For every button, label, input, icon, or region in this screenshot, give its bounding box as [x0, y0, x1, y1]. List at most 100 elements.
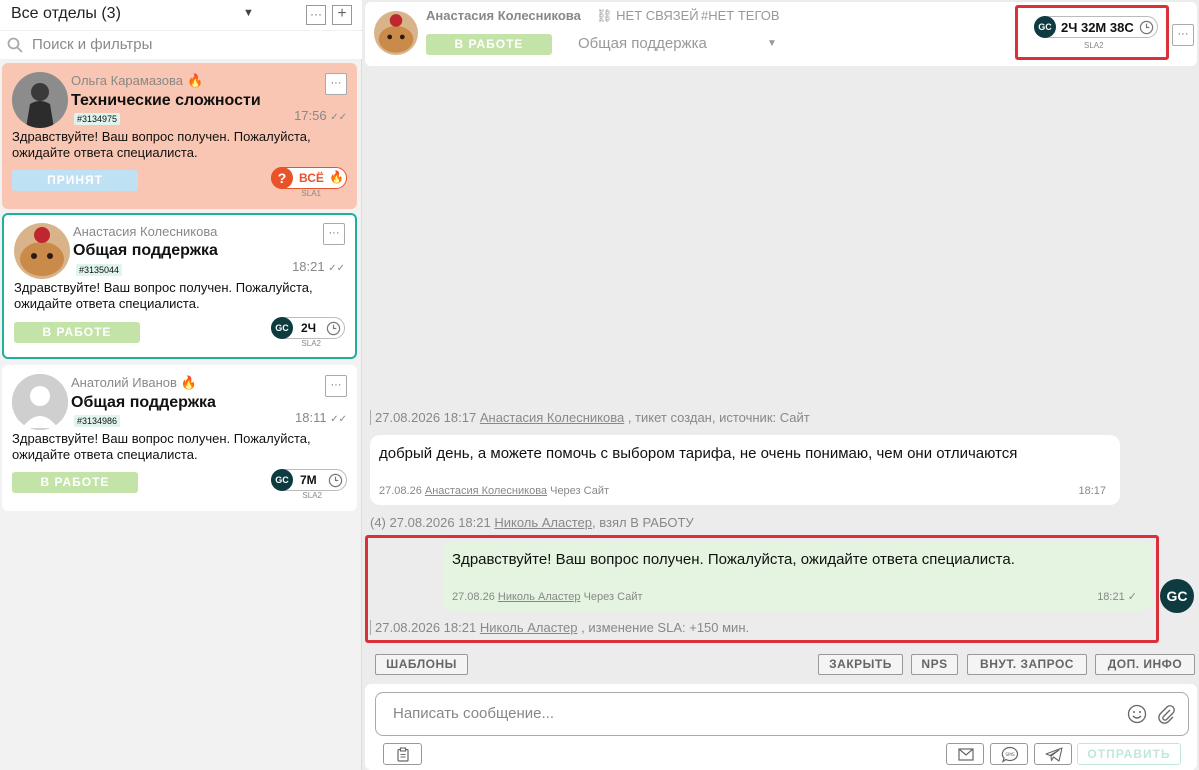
fire-icon: 🔥 [180, 375, 198, 390]
customer-name: Ольга Карамазова 🔥 [71, 73, 204, 88]
double-check-icon: ✓✓ [330, 112, 347, 123]
clock-icon [328, 473, 343, 488]
notes-button[interactable] [383, 743, 422, 765]
message-text: добрый день, а можете помочь с выбором т… [379, 445, 1018, 462]
card-menu-button[interactable]: ··· [323, 223, 345, 245]
department-selector[interactable]: Все отделы (3) ▼ ··· + [0, 0, 362, 30]
department-select[interactable]: Общая поддержка [578, 35, 707, 52]
message-placeholder: Написать сообщение... [393, 705, 555, 722]
ticket-preview: Здравствуйте! Ваш вопрос получен. Пожалу… [14, 280, 313, 311]
sms-icon: SMS [1001, 746, 1019, 763]
ticket-header: Анастасия Колесникова ⛓ НЕТ СВЯЗЕЙ #НЕТ … [365, 2, 1197, 66]
avatar [12, 72, 68, 128]
tags-label[interactable]: #НЕТ ТЕГОВ [701, 8, 780, 23]
ticket-list-panel: Все отделы (3) ▼ ··· + Поиск и фильтры О… [0, 0, 362, 770]
email-channel-button[interactable] [946, 743, 984, 765]
message-time: 18:21 ✓ [1097, 591, 1137, 603]
agent-avatar: GC [1160, 579, 1194, 613]
message-input[interactable]: Написать сообщение... [375, 692, 1189, 736]
search-input[interactable]: Поиск и фильтры [32, 36, 152, 53]
telegram-channel-button[interactable] [1034, 743, 1072, 765]
gc-logo-icon: GC [271, 317, 293, 339]
sla-badge: GC 2Ч [271, 317, 345, 339]
sla-label: SLA1 [301, 189, 321, 198]
author-link[interactable]: Анастасия Колесникова [425, 485, 547, 497]
message-text: Здравствуйте! Ваш вопрос получен. Пожалу… [452, 551, 1015, 568]
incoming-message: добрый день, а можете помочь с выбором т… [370, 435, 1120, 505]
sla-label: SLA2 [301, 339, 321, 348]
fire-icon: 🔥 [329, 170, 344, 184]
ticket-id: #3134986 [74, 415, 121, 427]
system-event: 27.08.2026 18:17 Анастасия Колесникова ,… [370, 410, 810, 425]
status-button[interactable]: В РАБОТЕ [426, 34, 552, 55]
system-event: (4) 27.08.2026 18:21 Николь Аластер, взя… [370, 515, 694, 530]
add-button[interactable]: + [332, 5, 352, 25]
clipboard-icon [397, 747, 409, 762]
customer-name: Анастасия Колесникова [73, 224, 218, 239]
gc-logo-icon: GC [271, 469, 293, 491]
ticket-preview: Здравствуйте! Ваш вопрос получен. Пожалу… [12, 129, 311, 160]
card-menu-button[interactable]: ··· [325, 73, 347, 95]
composer: Написать сообщение... SMS ОТПРАВИТЬ [365, 684, 1197, 770]
header-menu-button[interactable]: ··· [1172, 24, 1194, 46]
mail-icon [958, 748, 974, 761]
system-event: 27.08.2026 18:21 Николь Аластер , измене… [370, 620, 749, 635]
message-meta: 27.08.26 Анастасия Колесникова Через Сай… [379, 485, 610, 497]
ticket-preview: Здравствуйте! Ваш вопрос получен. Пожалу… [12, 431, 311, 462]
send-button[interactable]: ОТПРАВИТЬ [1077, 743, 1181, 765]
telegram-icon [1045, 747, 1063, 762]
customer-name[interactable]: Анастасия Колесникова [426, 8, 581, 23]
sla-value: 2Ч 32М 38С [1061, 20, 1134, 35]
user-link[interactable]: Анастасия Колесникова [480, 410, 624, 425]
ticket-card[interactable]: Анастасия Колесникова Общая поддержка #3… [2, 213, 357, 359]
nps-button[interactable]: NPS [911, 654, 958, 675]
more-options-button[interactable]: ··· [306, 5, 326, 25]
ticket-time: 18:21 ✓✓ [292, 259, 345, 274]
sla-value: ВСЁ [299, 171, 324, 185]
ticket-card[interactable]: Ольга Карамазова 🔥 Технические сложности … [2, 63, 357, 209]
internal-request-button[interactable]: ВНУТ. ЗАПРОС [967, 654, 1087, 675]
clock-icon [326, 321, 341, 336]
chevron-down-icon[interactable]: ▼ [243, 7, 254, 19]
ticket-id: #3135044 [76, 264, 123, 276]
attach-icon[interactable] [1155, 703, 1177, 725]
sla-highlight: GC 2Ч 32М 38С SLA2 [1015, 5, 1169, 60]
ticket-time: 17:56 ✓✓ [294, 108, 347, 123]
ticket-subject: Общая поддержка [71, 394, 216, 411]
ticket-card[interactable]: Анатолий Иванов 🔥 Общая поддержка #313498… [2, 365, 357, 511]
double-check-icon: ✓✓ [330, 414, 347, 425]
author-link[interactable]: Николь Аластер [498, 591, 581, 603]
sla-label: SLA2 [1084, 41, 1104, 50]
links-tag[interactable]: ⛓ НЕТ СВЯЗЕЙ [596, 8, 699, 24]
customer-name: Анатолий Иванов 🔥 [71, 375, 198, 390]
ticket-subject: Общая поддержка [73, 242, 218, 259]
question-icon: ? [271, 167, 293, 189]
sms-channel-button[interactable]: SMS [990, 743, 1028, 765]
fire-icon: 🔥 [186, 73, 204, 88]
sla-value: 7М [300, 473, 317, 487]
status-button[interactable]: В РАБОТЕ [14, 322, 140, 343]
outgoing-message: Здравствуйте! Ваш вопрос получен. Пожалу… [443, 541, 1151, 611]
sla-label: SLA2 [302, 491, 322, 500]
department-title: Все отделы (3) [11, 5, 121, 22]
user-link[interactable]: Николь Аластер [494, 515, 592, 530]
sla-badge: GC 2Ч 32М 38С [1034, 16, 1158, 38]
avatar [374, 11, 418, 55]
sla-value: 2Ч [301, 321, 317, 335]
message-meta: 27.08.26 Николь Аластер Через Сайт [452, 591, 643, 603]
chevron-down-icon[interactable]: ▼ [767, 38, 777, 49]
search-bar[interactable]: Поиск и фильтры [0, 31, 362, 59]
status-button[interactable]: В РАБОТЕ [12, 472, 138, 493]
emoji-icon[interactable] [1126, 703, 1148, 725]
sla-badge: GC 7М [271, 469, 347, 491]
user-link[interactable]: Николь Аластер [480, 620, 578, 635]
card-menu-button[interactable]: ··· [325, 375, 347, 397]
svg-text:SMS: SMS [1005, 752, 1015, 758]
extra-info-button[interactable]: ДОП. ИНФО [1095, 654, 1195, 675]
templates-button[interactable]: ШАБЛОНЫ [375, 654, 468, 675]
close-ticket-button[interactable]: ЗАКРЫТЬ [818, 654, 903, 675]
clock-icon [1139, 20, 1154, 35]
status-button[interactable]: ПРИНЯТ [12, 170, 138, 191]
message-time: 18:17 [1078, 485, 1106, 497]
avatar [14, 223, 70, 279]
